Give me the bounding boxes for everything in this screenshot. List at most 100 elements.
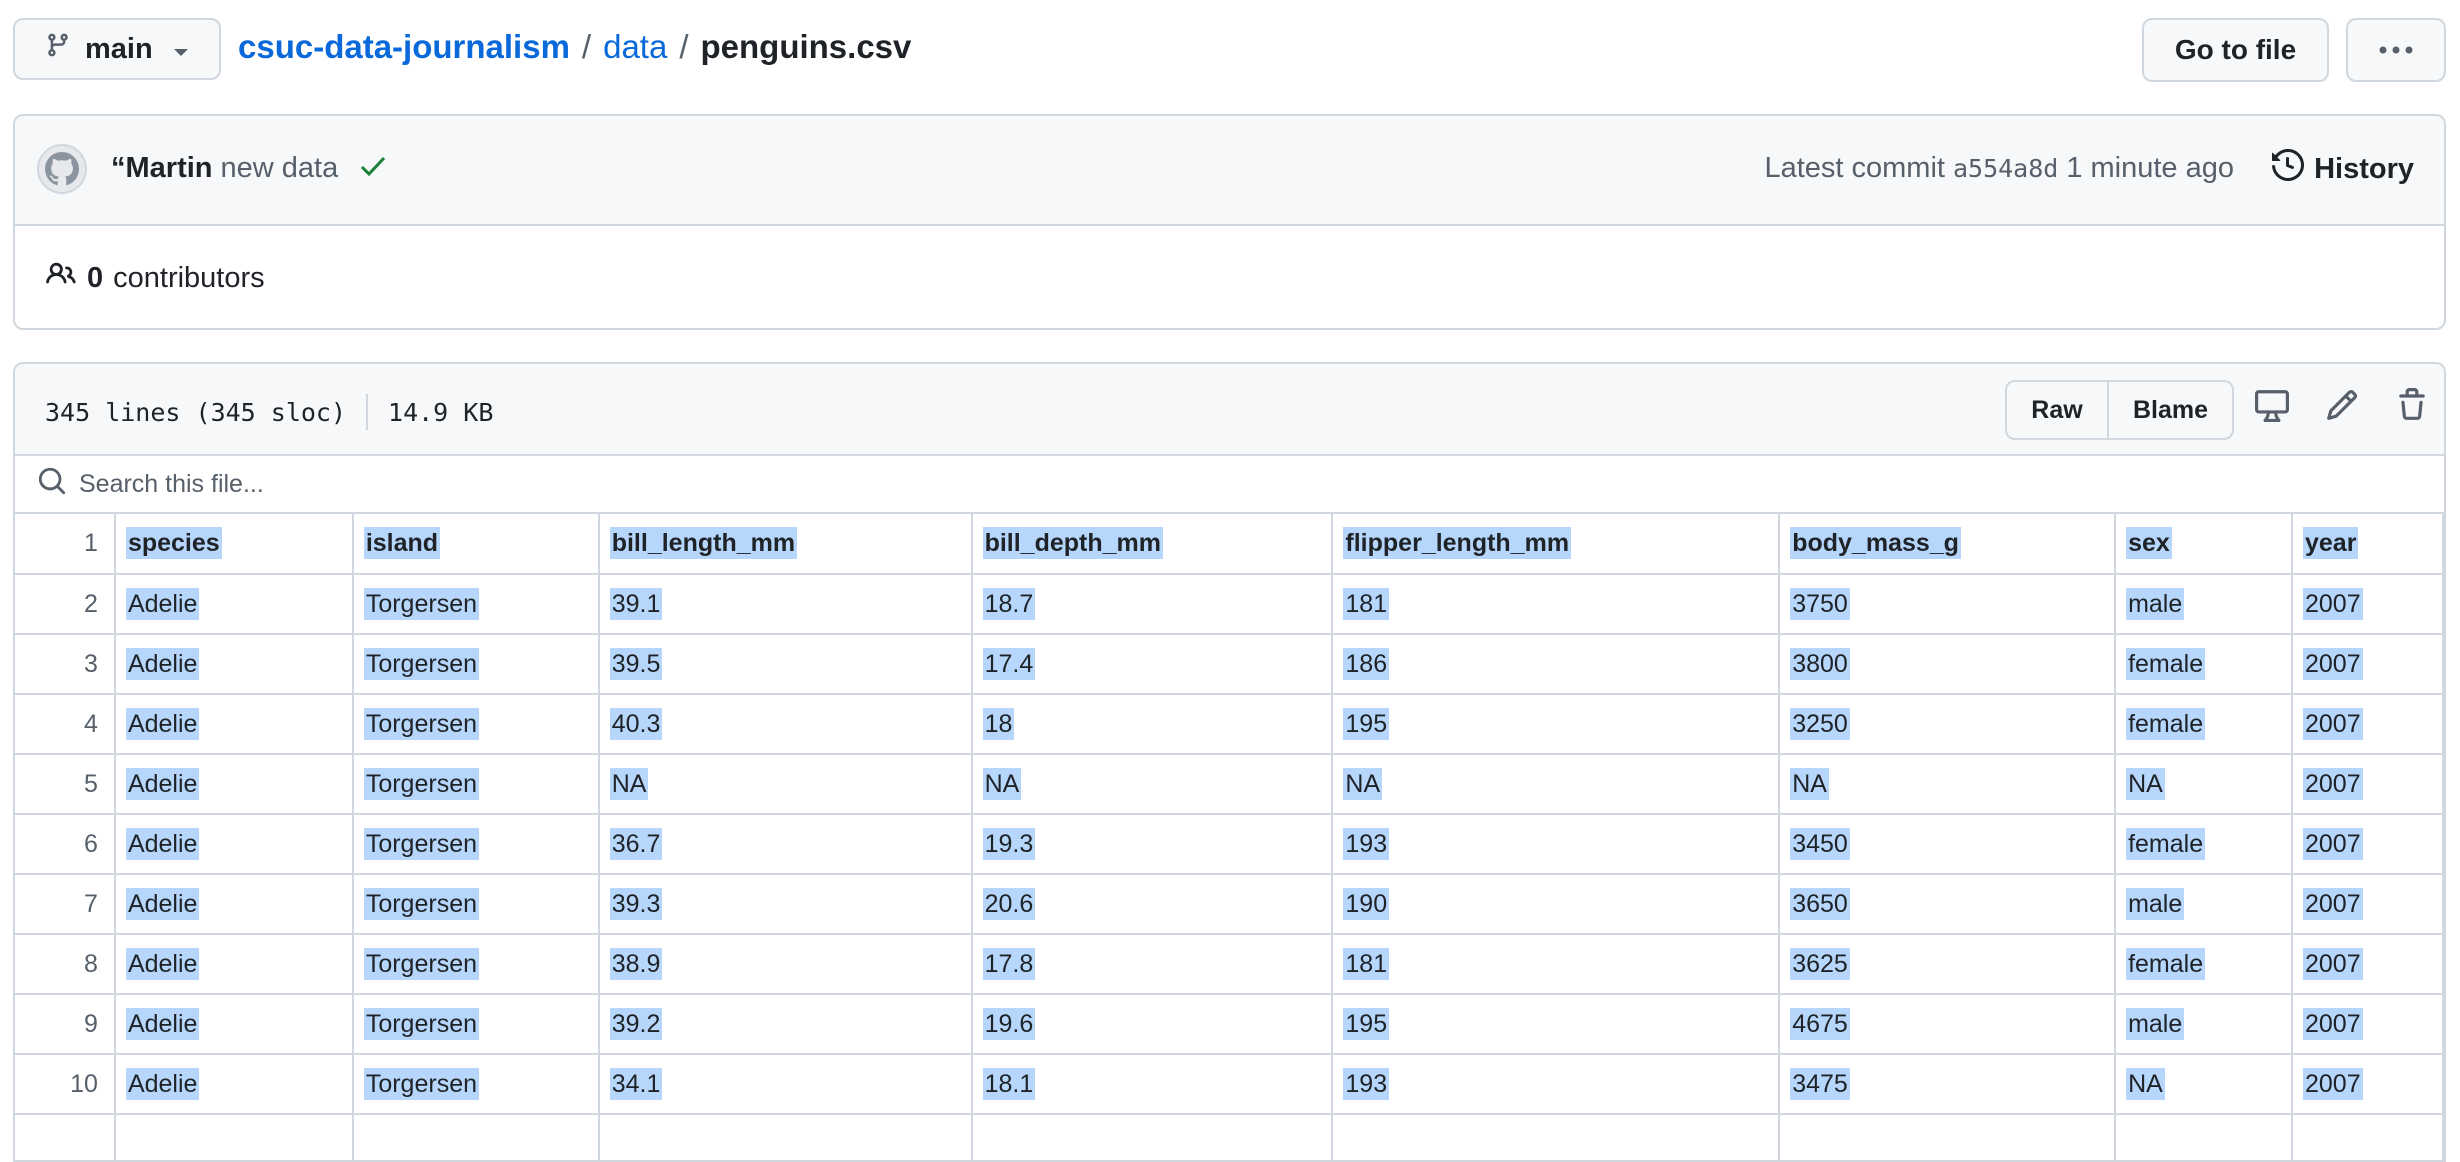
table-cell: Adelie	[114, 574, 354, 635]
cell-text: 36.7	[609, 827, 663, 860]
contributors-count: 0	[87, 261, 104, 294]
raw-button[interactable]: Raw	[2007, 382, 2109, 438]
line-number[interactable]: 4	[15, 694, 116, 755]
cell-text: bill_depth_mm	[982, 527, 1163, 559]
breadcrumb-folder-link[interactable]: data	[603, 28, 667, 66]
cell-text: Torgersen	[363, 587, 479, 620]
table-cell: 38.9	[598, 934, 973, 995]
desktop-icon[interactable]	[2255, 388, 2289, 427]
table-cell: 3750	[1779, 574, 2117, 635]
cell-text: Torgersen	[363, 947, 479, 980]
history-link[interactable]: History	[2272, 148, 2414, 189]
cell-text: NA	[982, 767, 1022, 800]
commit-sha-link[interactable]: a554a8d	[1953, 154, 2058, 183]
line-number[interactable]: 8	[15, 934, 116, 995]
latest-commit-meta: Latest commit a554a8d 1 minute ago	[1764, 152, 2234, 185]
breadcrumb-repo-link[interactable]: csuc-data-journalism	[238, 28, 570, 66]
cell-text: NA	[2126, 1067, 2165, 1100]
cell-text: Torgersen	[363, 647, 479, 680]
table-cell: NA	[1332, 754, 1781, 815]
table-cell: NA	[1779, 754, 2117, 815]
table-cell: NA	[971, 754, 1334, 815]
cell-text: 20.6	[982, 887, 1036, 920]
cell-text: year	[2303, 527, 2359, 559]
history-icon	[2272, 148, 2305, 189]
cell-text: Adelie	[125, 947, 200, 980]
pencil-icon[interactable]	[2325, 388, 2359, 427]
breadcrumb: csuc-data-journalism / data / penguins.c…	[238, 28, 911, 66]
go-to-file-button[interactable]: Go to file	[2142, 18, 2329, 82]
line-number[interactable]: 5	[15, 754, 116, 815]
table-cell: Torgersen	[352, 1054, 600, 1115]
more-options-button[interactable]	[2346, 18, 2446, 82]
table-cell: 39.2	[598, 994, 973, 1055]
table-cell: female	[2115, 634, 2293, 695]
table-cell: 181	[1332, 934, 1781, 995]
table-cell: 2007	[2292, 754, 2444, 815]
cell-text: 34.1	[609, 1067, 663, 1100]
commit-author[interactable]: “Martin	[111, 152, 213, 185]
branch-selector-button[interactable]: main	[13, 18, 221, 80]
cell-text: Adelie	[125, 887, 200, 920]
branch-name: main	[85, 32, 153, 65]
breadcrumb-separator: /	[581, 28, 592, 65]
file-view-button-group: Raw Blame	[2005, 380, 2235, 440]
cell-text: 3250	[1790, 707, 1850, 740]
search-icon	[37, 466, 67, 503]
table-cell: 3800	[1779, 634, 2117, 695]
line-number[interactable]: 9	[15, 994, 116, 1055]
csv-table: 1 species island bill_length_mm bill_depth_m…	[15, 514, 2444, 1160]
cell-text: flipper_length_mm	[1343, 527, 1572, 559]
table-cell: 186	[1332, 634, 1781, 695]
line-number[interactable]: 7	[15, 874, 116, 935]
cell-text: 2007	[2303, 887, 2363, 920]
table-cell: 39.5	[598, 634, 973, 695]
line-number[interactable]: 3	[15, 634, 116, 695]
commit-message-text[interactable]: new data	[221, 152, 339, 185]
cell-text: female	[2126, 647, 2206, 680]
cell-text: 39.5	[609, 647, 663, 680]
cell-text: 2007	[2303, 647, 2363, 680]
search-placeholder: Search this file...	[79, 469, 264, 498]
table-cell: 39.3	[598, 874, 973, 935]
line-number[interactable]: 10	[15, 1054, 116, 1115]
table-cell: Adelie	[114, 1054, 354, 1115]
table-cell: 17.8	[971, 934, 1334, 995]
cell-text: NA	[609, 767, 649, 800]
table-cell: 18.7	[971, 574, 1334, 635]
file-search-field[interactable]: Search this file...	[15, 456, 2444, 514]
table-cell: Adelie	[114, 814, 354, 875]
cell-text: 3750	[1790, 587, 1850, 620]
table-cell	[2115, 1114, 2293, 1160]
file-size: 14.9 KB	[388, 397, 494, 427]
line-number[interactable]: 1	[15, 514, 116, 575]
cell-text: 3625	[1790, 947, 1850, 980]
avatar[interactable]	[37, 144, 87, 194]
table-cell: 3650	[1779, 874, 2117, 935]
line-number[interactable]: 2	[15, 574, 116, 635]
contributors-link[interactable]: 0 contributors	[45, 259, 265, 297]
breadcrumb-file-name: penguins.csv	[700, 28, 912, 65]
kebab-horizontal-icon	[2379, 41, 2413, 59]
table-cell: 2007	[2292, 1054, 2444, 1115]
table-cell: Torgersen	[352, 934, 600, 995]
blame-button[interactable]: Blame	[2109, 382, 2232, 438]
table-cell: 2007	[2292, 814, 2444, 875]
table-cell: 2007	[2292, 694, 2444, 755]
people-icon	[45, 259, 77, 297]
line-number[interactable]	[15, 1114, 116, 1160]
cell-text: Adelie	[125, 647, 200, 680]
table-cell: 3450	[1779, 814, 2117, 875]
file-line-count: 345 lines (345 sloc)	[45, 397, 347, 427]
table-cell: female	[2115, 934, 2293, 995]
table-row: 7 Adelie Torgersen 39.3 20.6 190 3650 male 2007	[15, 874, 2444, 935]
cell-text: 2007	[2303, 767, 2363, 800]
cell-text: 39.2	[609, 1007, 663, 1040]
line-number[interactable]: 6	[15, 814, 116, 875]
table-row: 8 Adelie Torgersen 38.9 17.8 181 3625 female 200…	[15, 934, 2444, 995]
check-icon[interactable]	[360, 152, 386, 185]
table-cell: 18	[971, 694, 1334, 755]
trash-icon[interactable]	[2395, 388, 2429, 427]
cell-text: male	[2126, 1007, 2185, 1040]
cell-text: 2007	[2303, 707, 2363, 740]
